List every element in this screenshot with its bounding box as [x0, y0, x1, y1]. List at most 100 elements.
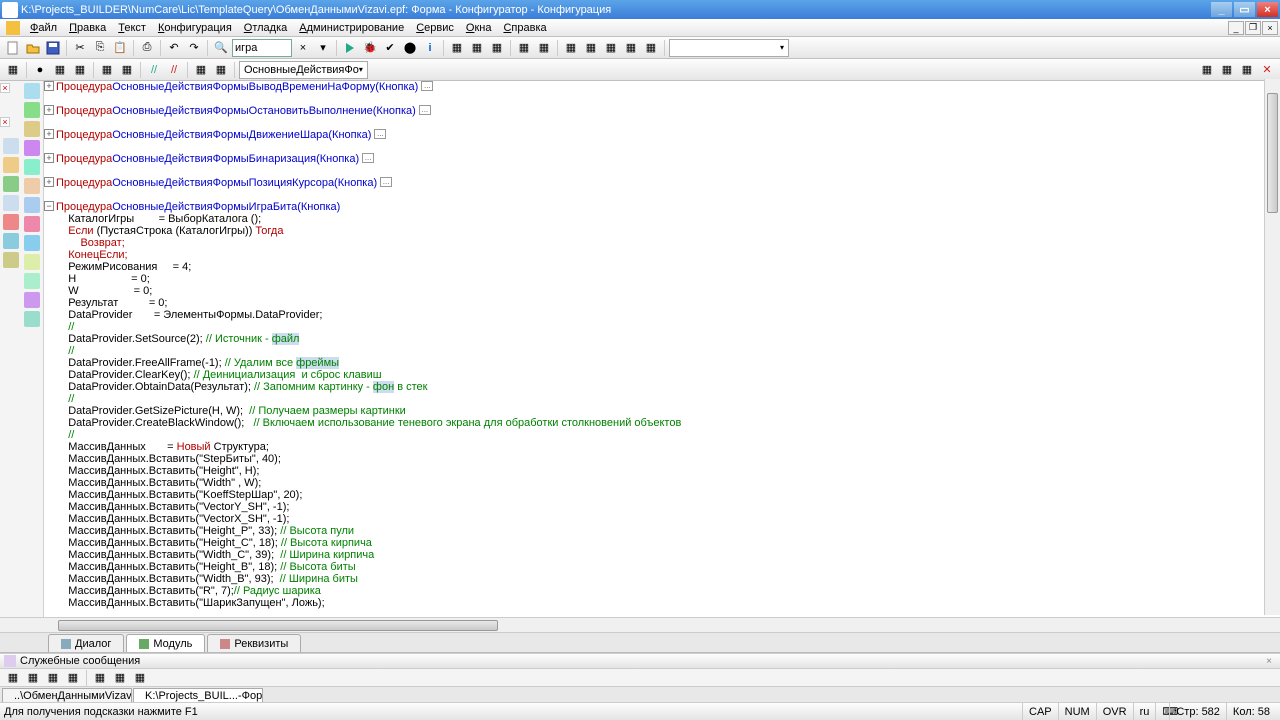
procedures-combo[interactable]: ОсновныеДействияФо▾	[239, 61, 368, 79]
ellipsis-icon[interactable]: ...	[362, 153, 374, 163]
close-button[interactable]: ×	[1257, 2, 1278, 17]
ellipsis-icon[interactable]: ...	[421, 81, 433, 91]
gutter-icon[interactable]	[3, 157, 19, 173]
ellipsis-icon[interactable]: ...	[374, 129, 386, 139]
msg-tool-b[interactable]: ▦	[24, 669, 42, 687]
gutter-icon[interactable]	[3, 176, 19, 192]
new-icon[interactable]	[4, 39, 22, 57]
gutter-icon[interactable]	[24, 216, 40, 232]
syntax-check-icon[interactable]: ✔	[381, 39, 399, 57]
open-icon[interactable]	[24, 39, 42, 57]
fold-icon[interactable]: +	[44, 177, 54, 187]
cut-icon[interactable]: ✂	[71, 39, 89, 57]
bookmark-icon[interactable]: ▦	[4, 61, 22, 79]
tb-icon-b[interactable]: ▦	[468, 39, 486, 57]
messages-close[interactable]: ×	[1262, 656, 1276, 667]
toolbar-combo-empty[interactable]: ▾	[669, 39, 789, 57]
gutter-icon[interactable]	[24, 254, 40, 270]
gutter-icon[interactable]	[3, 214, 19, 230]
fold-icon[interactable]: +	[44, 81, 54, 91]
tb2-right-d[interactable]: ✕	[1258, 61, 1276, 79]
fold-icon[interactable]: +	[44, 153, 54, 163]
tb2-right-c[interactable]: ▦	[1238, 61, 1256, 79]
tab-dialog[interactable]: Диалог	[48, 634, 124, 652]
tb2-right-b[interactable]: ▦	[1218, 61, 1236, 79]
paste-icon[interactable]: 📋	[111, 39, 129, 57]
menu-file[interactable]: Файл	[24, 20, 63, 36]
tb2-icon-c[interactable]: ▦	[98, 61, 116, 79]
tb2-right-a[interactable]: ▦	[1198, 61, 1216, 79]
tab-module[interactable]: Модуль	[126, 634, 205, 652]
breakpoint-icon[interactable]: ●	[31, 61, 49, 79]
code-editor[interactable]: +Процедура ОсновныеДействияФормыВыводВре…	[44, 81, 1280, 617]
msg-tool-g[interactable]: ▦	[131, 669, 149, 687]
menu-help[interactable]: Справка	[497, 20, 552, 36]
search-dd-icon[interactable]: ▾	[314, 39, 332, 57]
msg-tool-c[interactable]: ▦	[44, 669, 62, 687]
tb2-icon-a[interactable]: ▦	[51, 61, 69, 79]
menu-admin[interactable]: Администрирование	[293, 20, 410, 36]
fold-icon[interactable]: +	[44, 105, 54, 115]
gutter-icon[interactable]	[24, 235, 40, 251]
tb-icon-c[interactable]: ▦	[488, 39, 506, 57]
vertical-scrollbar[interactable]	[1264, 79, 1280, 615]
mdi-close[interactable]: ×	[1262, 21, 1278, 35]
tab-requisites[interactable]: Реквизиты	[207, 634, 301, 652]
copy-icon[interactable]: ⎘	[91, 39, 109, 57]
gutter-icon[interactable]	[24, 311, 40, 327]
tb-icon-g[interactable]: ▦	[582, 39, 600, 57]
debug-icon[interactable]: 🐞	[361, 39, 379, 57]
tb-icon-h[interactable]: ▦	[602, 39, 620, 57]
gutter-icon[interactable]	[24, 102, 40, 118]
msg-tool-a[interactable]: ▦	[4, 669, 22, 687]
minimize-button[interactable]: _	[1211, 2, 1232, 17]
tb-icon-a[interactable]: ▦	[448, 39, 466, 57]
msg-tool-f[interactable]: ▦	[111, 669, 129, 687]
tb-icon-f[interactable]: ▦	[562, 39, 580, 57]
run-icon[interactable]	[341, 39, 359, 57]
gutter-icon[interactable]	[24, 159, 40, 175]
gutter-icon[interactable]	[24, 83, 40, 99]
gutter-icon[interactable]	[24, 197, 40, 213]
menu-text[interactable]: Текст	[112, 20, 152, 36]
menu-debug[interactable]: Отладка	[238, 20, 294, 36]
tb2-icon-b[interactable]: ▦	[71, 61, 89, 79]
tb-icon-i[interactable]: ▦	[622, 39, 640, 57]
gutter-close-2[interactable]: ×	[0, 117, 10, 127]
undo-icon[interactable]: ↶	[165, 39, 183, 57]
fold-icon[interactable]: −	[44, 201, 54, 211]
ellipsis-icon[interactable]: ...	[419, 105, 431, 115]
fold-icon[interactable]: +	[44, 129, 54, 139]
menu-edit[interactable]: Правка	[63, 20, 112, 36]
gutter-icon[interactable]	[24, 273, 40, 289]
gutter-close-1[interactable]: ×	[0, 83, 10, 93]
gutter-icon[interactable]	[3, 195, 19, 211]
gutter-icon[interactable]	[24, 140, 40, 156]
tb-icon-e[interactable]: ▦	[535, 39, 553, 57]
gutter-icon[interactable]	[3, 138, 19, 154]
gutter-icon[interactable]	[24, 178, 40, 194]
ellipsis-icon[interactable]: ...	[380, 177, 392, 187]
msg-tool-e[interactable]: ▦	[91, 669, 109, 687]
gutter-icon[interactable]	[3, 233, 19, 249]
help-icon[interactable]: i	[421, 39, 439, 57]
gutter-icon[interactable]	[24, 121, 40, 137]
tb-icon-j[interactable]: ▦	[642, 39, 660, 57]
tb2-icon-f[interactable]: ▦	[212, 61, 230, 79]
print-icon[interactable]: ⎙	[138, 39, 156, 57]
tb2-icon-e[interactable]: ▦	[192, 61, 210, 79]
horizontal-scrollbar[interactable]	[0, 617, 1280, 633]
menu-windows[interactable]: Окна	[460, 20, 498, 36]
comment-icon[interactable]: //	[145, 61, 163, 79]
tb-icon-d[interactable]: ▦	[515, 39, 533, 57]
mdi-minimize[interactable]: _	[1228, 21, 1244, 35]
menu-config[interactable]: Конфигурация	[152, 20, 238, 36]
msg-tool-d[interactable]: ▦	[64, 669, 82, 687]
gutter-icon[interactable]	[24, 292, 40, 308]
gutter-icon[interactable]	[3, 252, 19, 268]
menu-service[interactable]: Сервис	[410, 20, 460, 36]
find-icon[interactable]: 🔍	[212, 39, 230, 57]
save-icon[interactable]	[44, 39, 62, 57]
maximize-button[interactable]: ▭	[1234, 2, 1255, 17]
mdi-restore[interactable]: ❐	[1245, 21, 1261, 35]
